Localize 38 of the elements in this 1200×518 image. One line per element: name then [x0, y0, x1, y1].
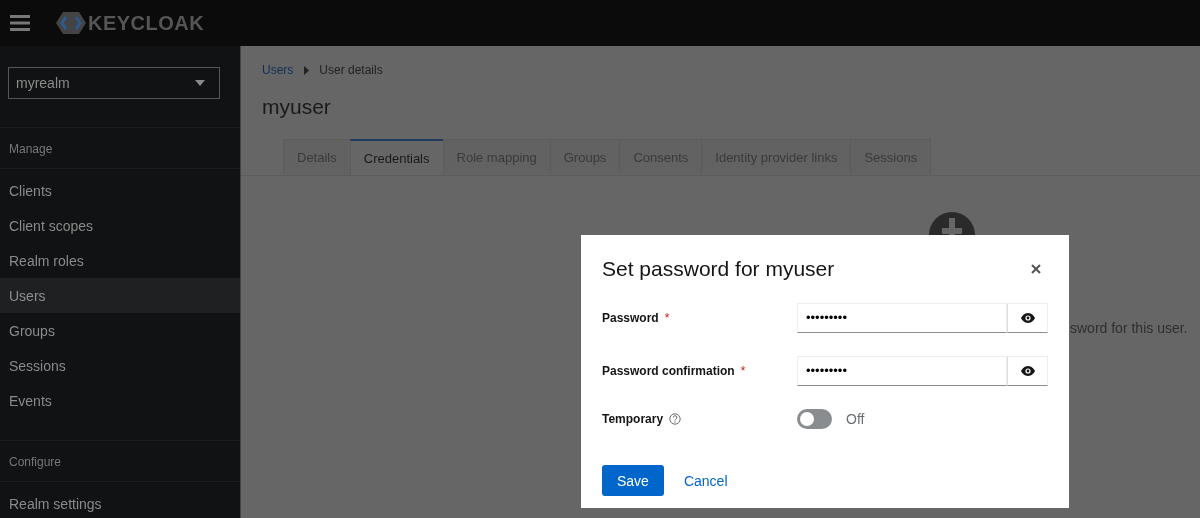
logo-text: KEYCLOAK	[88, 11, 205, 35]
required-mark: *	[740, 363, 746, 378]
close-icon	[1031, 264, 1041, 274]
page-title: myuser	[261, 94, 332, 120]
show-password-button[interactable]	[1007, 302, 1048, 333]
logo-icon	[56, 12, 86, 34]
tab[interactable]: Credentials	[349, 139, 444, 175]
close-button[interactable]	[1029, 262, 1043, 276]
save-button[interactable]: Save	[602, 465, 664, 496]
password-field[interactable]: •••••••••	[797, 302, 1007, 333]
eye-icon	[1020, 365, 1035, 376]
nav-section-title: Manage	[0, 127, 240, 169]
dialog-title: Set password for myuser	[602, 257, 835, 281]
nav-item[interactable]: Client scopes	[0, 208, 240, 243]
nav-item[interactable]: Realm roles	[0, 243, 240, 278]
toggle-switch[interactable]	[797, 409, 832, 429]
nav-item[interactable]: Users	[0, 278, 240, 313]
help-icon[interactable]	[669, 413, 682, 425]
field-label: Password confirmation *	[602, 363, 747, 378]
password-field[interactable]: •••••••••	[797, 355, 1007, 386]
nav-item[interactable]: Groups	[0, 313, 240, 348]
nav-item[interactable]: Clients	[0, 173, 240, 208]
nav-item[interactable]: Realm settings	[0, 486, 240, 518]
nav-item[interactable]: Events	[0, 383, 240, 418]
nav-item[interactable]: Sessions	[0, 348, 240, 383]
show-password-button[interactable]	[1007, 355, 1048, 386]
breadcrumb-current: User details	[319, 63, 383, 77]
nav-section-title: Configure	[0, 440, 240, 482]
chevron-icon	[303, 65, 310, 75]
field-label: Password *	[602, 310, 671, 325]
field-label: Temporary	[602, 412, 797, 426]
switch-state-label: Off	[846, 411, 865, 427]
eye-icon	[1020, 312, 1035, 323]
required-mark: *	[664, 310, 670, 325]
cancel-button[interactable]: Cancel	[668, 465, 743, 496]
caret-icon	[195, 80, 205, 86]
menu-icon[interactable]	[10, 15, 30, 31]
realm-selector[interactable]: myrealm	[8, 67, 220, 99]
